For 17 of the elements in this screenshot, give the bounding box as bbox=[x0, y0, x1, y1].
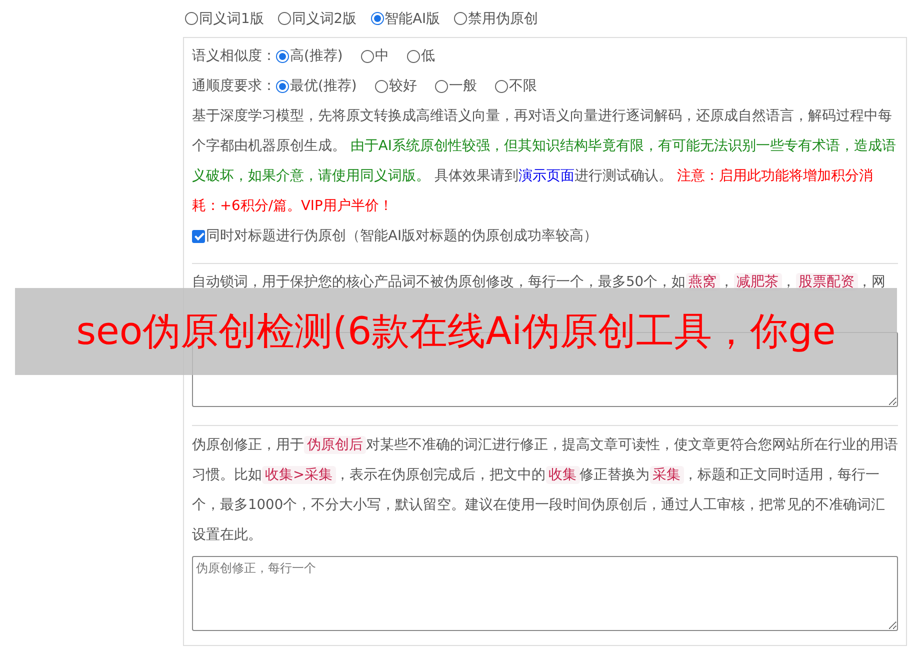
choice-label: 不限 bbox=[508, 77, 537, 95]
ai-description: 基于深度学习模型，先将原文转换成高维语义向量，再对语义向量进行逐词解码，还原成自然语言，解码过程中每个字都由机器原创生成。 由于AI系统原创性较强，但其知识结构毕竟有限，有可能无法识别一些专有术语，造成语义破坏，如果介意，请使用同义词版。 具体效果请到演示页面进行测试确认。 注意：启用此功能将增加积分消耗：+6积分/篇。VIP用户半价！ bbox=[192, 107, 897, 216]
checkbox-label: 同时对标题进行伪原创（智能AI版对标题的伪原创成功率较高） bbox=[206, 227, 598, 245]
mode-label: 同义词1版 bbox=[199, 10, 264, 28]
choice-label: 高(推荐) bbox=[290, 47, 343, 65]
option-label: 通顺度要求： bbox=[192, 77, 276, 95]
choice-label: 低 bbox=[420, 47, 435, 65]
choice-label: 中 bbox=[374, 47, 389, 65]
correction-description: 伪原创修正，用于 伪原创后 对某些不准确的词汇进行修正，提高文章可读性，使文章更符合您网站所在行业的用语习惯。比如 收集>采集 ，表示在伪原创完成后，把文中的 收集 修正替换为 采集 ，标题和正文同时适用，每行一个，最多1000个，不分大小写，默认留空。建议在使用一段时间伪原创后，通过人工审核，把常见的不准确词汇设置在此。 bbox=[192, 435, 898, 545]
choice-label: 一般 bbox=[448, 77, 477, 95]
mode-label: 禁用伪原创 bbox=[468, 10, 538, 28]
mode-label: 同义词2版 bbox=[292, 10, 357, 28]
mode-label: 智能AI版 bbox=[384, 10, 440, 28]
choice-label: 最优(推荐) bbox=[290, 77, 357, 95]
choice-label: 较好 bbox=[388, 77, 417, 95]
title-banner-overlay: seo伪原创检测(6款在线Ai伪原创工具，你ge bbox=[15, 288, 897, 375]
option-label: 语义相似度： bbox=[192, 47, 276, 65]
